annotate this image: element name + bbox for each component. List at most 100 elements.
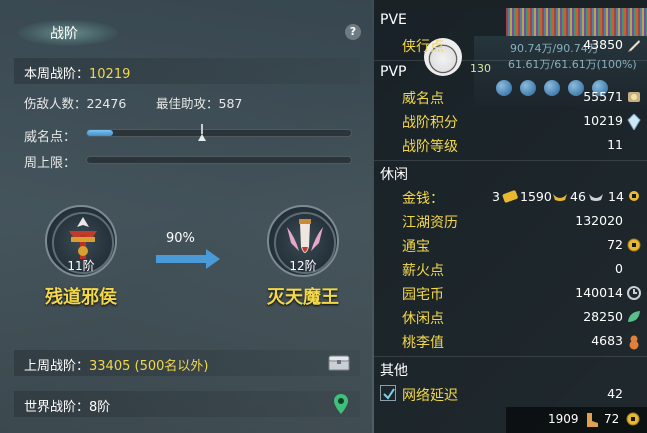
currency-panel: 90.74万/90.74万 61.61万/61.61万(100%) 130 PV… <box>374 0 647 433</box>
leisure-row-xinhuo: 薪火点 0 <box>374 257 647 281</box>
rank-score-label: 战阶积分 <box>402 115 458 131</box>
current-rank-name: 残道邪侯 <box>45 287 117 308</box>
panda-level: 130 <box>470 62 491 75</box>
best-assist: 最佳助攻：587 <box>156 93 242 112</box>
leisure-row-seniority: 江湖资历 132020 <box>374 209 647 233</box>
panel-header: 战阶 ? <box>0 14 372 48</box>
best-assist-label: 最佳助攻： <box>156 96 219 111</box>
leisure-row-money: 金钱： 3 1590 46 14 <box>374 185 647 209</box>
arrow-right-icon <box>156 249 220 269</box>
home-coin-value: 140014 <box>575 285 623 300</box>
next-rank[interactable]: 12阶 灭天魔王 <box>248 205 358 315</box>
rank-score-value: 10219 <box>583 113 623 128</box>
other-header: 其他 <box>380 363 408 379</box>
tongbao-label: 通宝 <box>402 239 430 255</box>
crystal-icon <box>627 114 641 130</box>
prestige-icon <box>628 92 640 102</box>
pvp-row-rank-level: 战阶等级 11 <box>374 133 647 157</box>
rank-level-label: 战阶等级 <box>402 139 458 155</box>
checkmark-icon <box>383 388 395 400</box>
rank-panel: 战阶 ? 本周战阶：10219 伤敌人数：22476 最佳助攻：587 威名点：… <box>0 0 372 433</box>
xiaxing-value: 43850 <box>583 37 623 52</box>
prestige-points-value: 55571 <box>583 89 623 104</box>
pvp-row-prestige: 威名点 55571 <box>374 85 647 109</box>
pvp-header: PVP <box>380 64 407 80</box>
weekly-cap-bar <box>86 156 352 164</box>
quill-icon <box>628 40 640 52</box>
other-row-latency[interactable]: 网络延迟 42 <box>374 382 647 406</box>
kill-count-label: 伤敌人数： <box>24 96 87 111</box>
rank-level-value: 11 <box>607 137 623 152</box>
money-coin-value: 14 <box>608 189 624 204</box>
weekly-rank-label: 本周战阶： <box>24 67 90 82</box>
divider <box>374 356 647 357</box>
next-rank-level: 12阶 <box>289 259 317 273</box>
taoli-value: 4683 <box>591 333 623 348</box>
bottom-coins-value: 72 <box>604 412 620 426</box>
pvp-row-rank-score: 战阶积分 10219 <box>374 109 647 133</box>
top-strip <box>374 0 647 8</box>
leisure-points-value: 28250 <box>583 309 623 324</box>
boot-icon <box>587 413 598 427</box>
coin-icon <box>626 412 640 426</box>
treasure-chest-icon[interactable] <box>328 355 350 371</box>
silver-sycee-icon <box>589 194 603 201</box>
panel-title: 战阶 <box>50 26 78 42</box>
home-coin-icon <box>627 286 641 300</box>
current-rank[interactable]: 11阶 残道邪侯 <box>26 205 136 315</box>
leisure-row-leisure-points: 休闲点 28250 <box>374 305 647 329</box>
gold-sycee-icon <box>553 194 567 201</box>
prestige-bar-marker <box>200 124 203 134</box>
home-coin-label: 园宅币 <box>402 287 444 303</box>
next-rank-name: 灭天魔王 <box>267 287 339 308</box>
money-copper-value: 46 <box>570 189 586 204</box>
latency-value: 42 <box>607 386 623 401</box>
leisure-header: 休闲 <box>380 167 408 183</box>
leisure-row-taoli: 桃李值 4683 <box>374 329 647 353</box>
hud-mp-text: 61.61万/61.61万(100%) <box>508 58 637 71</box>
xinhuo-label: 薪火点 <box>402 263 444 279</box>
taoli-label: 桃李值 <box>402 335 444 351</box>
weekly-rank-row: 本周战阶：10219 <box>14 58 360 84</box>
leisure-row-home-coin: 园宅币 140014 <box>374 281 647 305</box>
prestige-label: 威名点： <box>24 130 77 145</box>
last-week-value: 33405 (500名以外) <box>89 359 209 374</box>
prestige-bar <box>86 124 352 141</box>
location-pin-icon[interactable] <box>334 394 348 414</box>
money-gold-value: 3 <box>492 189 500 204</box>
tongbao-value: 72 <box>607 237 623 252</box>
weekly-rank-value: 10219 <box>89 67 131 82</box>
xiaxing-label: 侠行点 <box>402 39 444 55</box>
money-label: 金钱： <box>402 191 444 207</box>
divider <box>374 160 647 161</box>
xinhuo-value: 0 <box>615 261 623 276</box>
gold-ingot-icon <box>502 190 518 203</box>
prestige-marker-triangle <box>197 134 206 141</box>
kill-count: 伤敌人数：22476 <box>24 93 126 112</box>
buff-color-strip <box>506 8 647 36</box>
leisure-points-label: 休闲点 <box>402 311 444 327</box>
last-week-rank-row: 上周战阶：33405 (500名以外) <box>14 350 360 376</box>
copper-coin-icon <box>629 191 639 201</box>
pve-row-xiaxing: 侠行点 43850 <box>374 33 647 57</box>
weekly-cap-label: 周上限： <box>24 156 77 171</box>
bottom-count-value: 1909 <box>548 412 579 426</box>
seniority-label: 江湖资历 <box>402 215 458 231</box>
prestige-bar-fill <box>87 130 114 136</box>
world-rank-label: 世界战阶： <box>24 400 90 415</box>
pve-header: PVE <box>380 12 407 28</box>
latency-label: 网络延迟 <box>402 388 458 404</box>
seniority-value: 132020 <box>575 213 623 228</box>
current-rank-level: 11阶 <box>67 259 95 273</box>
help-icon[interactable]: ? <box>345 24 361 40</box>
rank-progress-percent: 90% <box>166 231 195 246</box>
latency-checkbox[interactable] <box>380 385 396 401</box>
best-assist-value: 587 <box>218 96 243 111</box>
leisure-row-tongbao: 通宝 72 <box>374 233 647 257</box>
bottom-status-bar: 1909 72 <box>506 407 647 433</box>
world-rank-value: 8阶 <box>89 400 111 415</box>
coin-icon <box>627 238 641 252</box>
leaf-icon <box>628 311 640 322</box>
kill-count-value: 22476 <box>86 96 127 111</box>
money-silver-value: 1590 <box>520 189 552 204</box>
